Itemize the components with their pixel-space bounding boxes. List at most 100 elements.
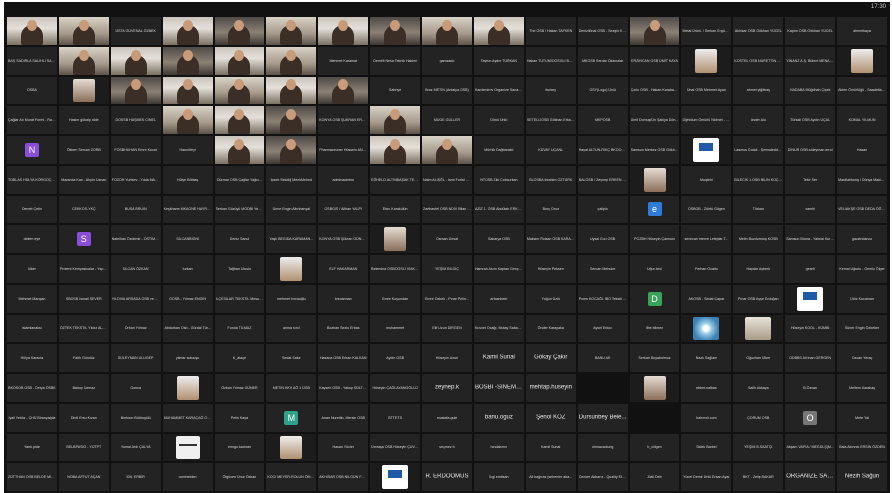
participant-tile[interactable]: AKOSB - Sedat Çapar — [681, 284, 732, 313]
participant-tile[interactable] — [110, 46, 161, 75]
participant-tile[interactable]: Özkan Yılmaz GÜNER — [214, 374, 265, 402]
participant-tile[interactable]: Hasim gökalp dide — [58, 106, 109, 134]
participant-tile[interactable]: hındalımm — [473, 433, 524, 462]
participant-tile[interactable]: çaliplo — [577, 195, 628, 224]
participant-tile[interactable]: Hülye Böblaş — [162, 165, 213, 194]
participant-tile[interactable] — [733, 314, 784, 343]
participant-tile[interactable]: Bahoy Uzmaz — [58, 374, 109, 402]
participant-tile[interactable]: DOSSB HAŞMEK CİNEL — [110, 106, 161, 134]
participant-tile[interactable] — [162, 76, 213, 105]
participant-tile[interactable]: ELF HAKARMAN — [318, 255, 369, 283]
participant-tile[interactable]: ODBBS Ali Inan GERGEN — [785, 344, 836, 372]
participant-tile[interactable]: Önder Karayaka — [525, 314, 576, 343]
participant-tile[interactable]: MKPOSB — [577, 106, 628, 134]
participant-tile[interactable] — [629, 374, 680, 402]
participant-tile[interactable]: Salih Akkaya — [733, 374, 784, 402]
participant-tile[interactable]: Akşam VAPIA / MEGÜLŞ(M... — [785, 433, 836, 462]
participant-tile[interactable]: KONYA OSB ŞUKRAN EREN... — [318, 106, 369, 134]
participant-tile[interactable] — [214, 76, 265, 105]
participant-tile[interactable]: Zarthavfel OSB NDIV Bilan Ca... — [422, 195, 472, 224]
participant-tile[interactable]: ORGANİZE SAN... — [785, 463, 836, 491]
participant-tile[interactable]: Yoğun Üzlü — [525, 284, 576, 313]
participant-tile[interactable] — [266, 46, 317, 75]
participant-tile[interactable]: Hasan Yücler — [318, 433, 369, 462]
participant-tile[interactable]: Dönü Ünlü — [473, 106, 524, 134]
participant-tile[interactable] — [837, 46, 887, 75]
participant-tile[interactable]: Akten Ömürlüğü - Saadettak... — [837, 76, 887, 105]
participant-tile[interactable]: Ölgüven Ünur Özkan — [214, 463, 265, 491]
participant-tile[interactable]: gazzindanco — [837, 225, 887, 253]
participant-tile[interactable]: Sakarya OSB — [473, 225, 524, 253]
participant-tile[interactable]: Hasan — [837, 136, 887, 164]
participant-tile[interactable]: Nazlı Sağlam — [681, 344, 732, 372]
participant-tile[interactable]: ebbet.nalbas — [681, 374, 732, 402]
participant-tile[interactable]: gearti — [785, 255, 836, 283]
participant-tile[interactable] — [473, 17, 524, 45]
participant-tile[interactable]: Elif Uzun DİRGEN — [422, 314, 472, 343]
participant-tile[interactable]: Yumal Ardı ÇALYA — [110, 433, 161, 462]
participant-tile[interactable]: NOBA AFFUT AÇAN — [58, 463, 109, 491]
participant-tile[interactable]: YEŞİM BİLGİÇ — [422, 255, 472, 283]
participant-tile[interactable]: OSBOB - Zühtü Gögen — [681, 195, 732, 224]
participant-tile[interactable]: islamlanaksı — [7, 314, 57, 343]
participant-tile[interactable] — [370, 463, 421, 491]
participant-tile[interactable] — [162, 46, 213, 75]
participant-tile[interactable]: Öktem Sercan ZORB — [58, 136, 109, 164]
participant-tile[interactable]: Mehmet Mangan — [7, 284, 57, 313]
participant-tile[interactable]: OSBA — [7, 76, 57, 105]
participant-tile[interactable]: BUSA BRUIN — [110, 195, 161, 224]
participant-tile[interactable]: TOBLAS HÜLYA KORGOÇTUR — [7, 165, 57, 194]
participant-tile[interactable]: amna sınıl — [266, 314, 317, 343]
participant-tile[interactable]: Çağlar An Murat Forml - Rasip... — [7, 106, 57, 134]
participant-tile[interactable] — [318, 76, 369, 105]
participant-tile[interactable]: gamzado — [422, 46, 472, 75]
participant-tile[interactable]: D — [629, 284, 680, 313]
participant-tile[interactable]: Kardemirov Organize Sanayi... — [473, 76, 524, 105]
participant-tile[interactable]: Metal Ürünl. / Serkan Ergüm... — [681, 17, 732, 45]
participant-tile[interactable] — [629, 165, 680, 194]
participant-tile[interactable] — [7, 17, 57, 45]
participant-tile[interactable]: Muqtehi — [681, 165, 732, 194]
participant-tile[interactable]: Haydar Ayberk — [733, 255, 784, 283]
participant-tile[interactable]: KÜMAL YILMUN — [837, 106, 887, 134]
participant-tile[interactable]: iturkey — [525, 76, 576, 105]
participant-tile[interactable] — [681, 314, 732, 343]
participant-tile[interactable]: BİLECIK 1.OSB BİLİN KOÇ E... — [733, 165, 784, 194]
participant-tile[interactable]: ÖZTEK TEKSTİL Yıldız ALTI... — [58, 314, 109, 343]
participant-tile[interactable] — [162, 433, 213, 462]
participant-tile[interactable]: Hamrah Asım Kaptan Gençliş... — [473, 255, 524, 283]
participant-tile[interactable]: mehmet kırcaoğlu — [266, 284, 317, 313]
participant-tile[interactable]: SÜLEYMAN ULUGEP — [110, 344, 161, 372]
participant-tile[interactable]: Yarık.pide — [7, 433, 57, 462]
participant-tile[interactable]: arfcanbetri — [473, 284, 524, 313]
participant-tile[interactable]: Hasana OSB Erkan KALKAN — [318, 344, 369, 372]
participant-tile[interactable]: SBOSB İsmail SEVER — [58, 284, 109, 313]
participant-tile[interactable]: Bozhan Sezlu Erbas — [318, 314, 369, 343]
participant-tile[interactable]: O — [785, 403, 836, 432]
participant-tile[interactable] — [162, 106, 213, 134]
participant-tile[interactable]: The OSB / Hakan TAFKEN — [525, 17, 576, 45]
participant-tile[interactable]: Protent Kemyasicalar - Ysprs... — [58, 255, 109, 283]
participant-tile[interactable]: Uysal Gıcı OSB — [577, 225, 628, 253]
participant-tile[interactable]: Sercan Mehube — [577, 255, 628, 283]
participant-tile[interactable]: oomhelden — [162, 463, 213, 491]
participant-tile[interactable]: Ünal OSB Mehmet Ayan — [681, 76, 732, 105]
participant-tile[interactable]: BANU AK — [577, 344, 628, 372]
participant-tile[interactable]: Oğuzhan Ülker — [733, 344, 784, 372]
participant-tile[interactable]: ÇORUM OSB — [733, 403, 784, 432]
participant-tile[interactable] — [214, 46, 265, 75]
participant-tile[interactable] — [370, 106, 421, 134]
participant-tile[interactable] — [629, 17, 680, 45]
participant-tile[interactable] — [370, 17, 421, 45]
participant-tile[interactable] — [318, 17, 369, 45]
participant-tile[interactable]: Çorlu OSB - Hakan Karabağlı... — [629, 76, 680, 105]
participant-tile[interactable]: NTOSB Ziki Cobcurkan — [473, 165, 524, 194]
participant-tile[interactable]: K_ataçe — [214, 344, 265, 372]
participant-tile[interactable] — [422, 17, 472, 45]
participant-tile[interactable]: Hannüfeyi — [162, 136, 213, 164]
participant-tile[interactable]: Sidek Barbel — [681, 433, 732, 462]
participant-tile[interactable]: Tekir Ser — [785, 165, 836, 194]
participant-tile[interactable]: SETELLİOSB Gökhan Erkaya... — [525, 106, 576, 134]
participant-tile[interactable]: BTTETS — [370, 403, 421, 432]
participant-tile[interactable]: Dürmar OSB Çağlar Yağcı... — [214, 165, 265, 194]
